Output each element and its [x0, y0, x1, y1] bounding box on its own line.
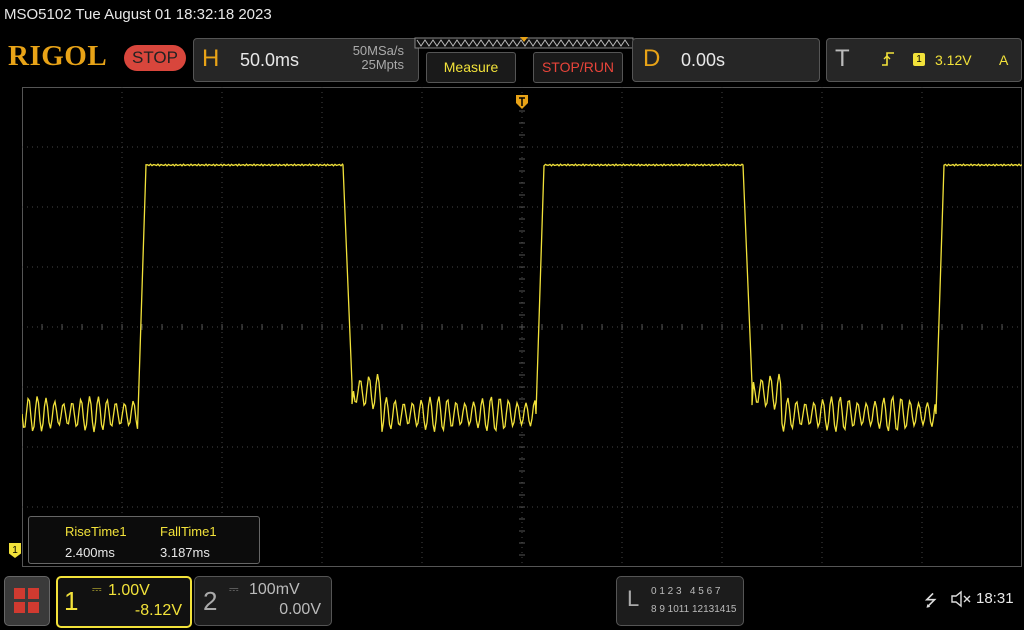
channel-1-offset: -8.12V [134, 602, 182, 619]
time-scale: 50.0ms [240, 50, 300, 70]
measurement-panel[interactable]: RiseTime1 2.400ms FallTime1 3.187ms [28, 516, 260, 564]
channel-1-offset-marker[interactable]: 1 [9, 543, 21, 558]
trigger-letter: T [835, 45, 850, 72]
horizontal-letter: H [202, 45, 220, 72]
dc-coupling-icon: ⎓ [229, 582, 239, 596]
horizontal-panel[interactable]: H 50.0ms 50MSa/s 25Mpts [193, 38, 419, 82]
channel-1-trace [22, 163, 1022, 433]
rigol-logo: RIGOL [8, 40, 108, 72]
graticule [22, 87, 1022, 567]
run-state-badge[interactable]: STOP [124, 45, 186, 71]
rise-time-label: RiseTime1 [65, 524, 127, 539]
waveform-display[interactable] [22, 87, 1022, 567]
stop-run-button[interactable]: STOP/RUN [533, 52, 623, 83]
grid-menu-icon [14, 588, 39, 613]
speaker-muted-icon[interactable] [950, 590, 972, 608]
trigger-panel[interactable]: T 1 3.12V A [826, 38, 1022, 82]
delay-value: 0.00s [681, 50, 726, 70]
measure-button[interactable]: Measure [426, 52, 516, 83]
rise-time-value: 2.400ms [65, 545, 115, 560]
channel-2-number: 2 [203, 586, 218, 616]
trigger-level: 3.12V [935, 52, 972, 68]
channel-2-scale: 100mV [249, 581, 300, 598]
memory-depth: 25Mpts [361, 57, 404, 72]
sample-rate: 50MSa/s [352, 43, 404, 58]
memory-position-bar[interactable] [414, 37, 634, 49]
digital-channels-8-15: 8 9 1011 12131415 [651, 604, 737, 615]
dc-coupling-icon: ⎓ [92, 582, 102, 596]
channel-1-panel[interactable]: 1 ⎓ 1.00V -8.12V [56, 576, 192, 628]
fall-time-label: FallTime1 [160, 524, 217, 539]
logic-analyzer-letter: L [627, 586, 640, 611]
channel-1-scale: 1.00V [108, 582, 150, 599]
system-clock: 18:31 [976, 590, 1014, 607]
channel-2-panel[interactable]: 2 ⎓ 100mV 0.00V [194, 576, 332, 626]
sample-info: 50MSa/s 25Mpts [332, 44, 404, 72]
digital-channels-0-7: 0 1 2 3 4 5 6 7 [651, 586, 721, 597]
channel-1-number: 1 [64, 586, 79, 616]
delay-letter: D [643, 45, 661, 72]
trigger-source-badge: 1 [913, 53, 925, 66]
rising-edge-icon [882, 52, 894, 66]
usb-icon: ⭍ [924, 593, 938, 610]
main-menu-button[interactable] [4, 576, 50, 626]
delay-panel[interactable]: D 0.00s [632, 38, 820, 82]
title-bar: MSO5102 Tue August 01 18:32:18 2023 [4, 6, 272, 23]
logic-analyzer-panel[interactable]: L 0 1 2 3 4 5 6 7 8 9 1011 12131415 [616, 576, 744, 626]
fall-time-value: 3.187ms [160, 545, 210, 560]
channel-2-offset: 0.00V [279, 601, 321, 618]
trigger-mode: A [999, 52, 1009, 68]
